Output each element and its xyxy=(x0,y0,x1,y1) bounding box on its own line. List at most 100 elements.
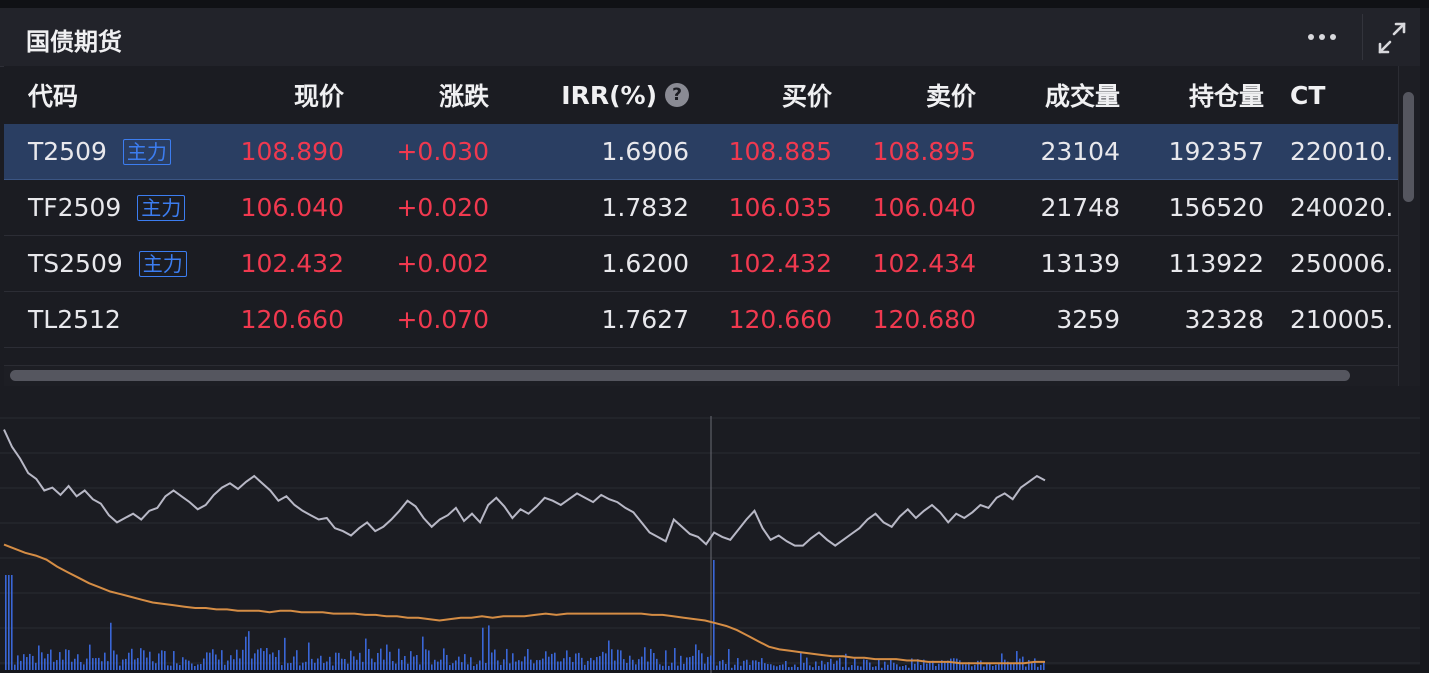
volume-bar xyxy=(311,658,313,670)
volume-bar xyxy=(755,660,757,670)
volume-bar xyxy=(299,665,301,670)
table-row[interactable]: TL2512 120.660 +0.070 1.7627 120.660 120… xyxy=(4,292,1398,348)
header-ask[interactable]: 卖价 xyxy=(819,66,976,124)
volume-bar xyxy=(839,658,841,670)
volume-bar xyxy=(593,660,595,670)
volume-bar xyxy=(329,656,331,670)
header-open-interest[interactable]: 持仓量 xyxy=(1104,66,1264,124)
volume-bar xyxy=(764,663,766,670)
volume-bar xyxy=(716,665,718,670)
volume-bar xyxy=(641,656,643,670)
volume-bar xyxy=(425,649,427,670)
volume-bar xyxy=(338,652,340,670)
volume-bar xyxy=(392,661,394,670)
expand-button[interactable] xyxy=(1372,20,1412,56)
volume-bar xyxy=(770,664,772,670)
volume-bar xyxy=(809,665,811,670)
volume-bar xyxy=(5,575,7,670)
volume-bar xyxy=(65,649,67,670)
volume-bar xyxy=(353,656,355,670)
volume-bar xyxy=(776,666,778,670)
volume-bar xyxy=(662,665,664,670)
volume-bar xyxy=(596,657,598,670)
header-volume[interactable]: 成交量 xyxy=(964,66,1120,124)
volume-bar xyxy=(293,656,295,670)
volume-bar xyxy=(269,654,271,670)
horizontal-scrollbar[interactable] xyxy=(4,365,1398,386)
volume-bar xyxy=(125,658,127,670)
volume-bar xyxy=(23,654,25,670)
volume-bar xyxy=(131,648,133,670)
volume-bar xyxy=(110,622,112,670)
volume-bar xyxy=(1040,664,1042,670)
horizontal-scrollbar-thumb[interactable] xyxy=(10,370,1350,381)
volume-bar xyxy=(836,660,838,670)
volume-bar xyxy=(182,657,184,670)
volume-cell: 13139 xyxy=(1040,249,1120,278)
volume-bar xyxy=(251,658,253,670)
volume-bar xyxy=(332,665,334,670)
table-row[interactable]: T2509 主力 108.890 +0.030 1.6906 108.885 1… xyxy=(4,124,1398,180)
volume-bar xyxy=(1016,651,1018,670)
volume-bar xyxy=(806,657,808,670)
header-bid[interactable]: 买价 xyxy=(674,66,832,124)
volume-bar xyxy=(35,662,37,670)
volume-bar xyxy=(572,661,574,670)
vertical-scrollbar[interactable] xyxy=(1398,66,1420,386)
more-options-button[interactable] xyxy=(1300,22,1344,52)
volume-bar xyxy=(455,660,457,670)
header-change[interactable]: 涨跌 xyxy=(334,66,489,124)
volume-bar xyxy=(1019,658,1021,670)
volume-bar xyxy=(38,645,40,670)
volume-bar xyxy=(554,652,556,670)
volume-bar xyxy=(551,653,553,670)
volume-bar xyxy=(86,658,88,670)
open-interest-cell: 32328 xyxy=(1184,305,1264,334)
volume-bar xyxy=(626,662,628,670)
volume-bar xyxy=(14,664,16,670)
futures-table: 代码 现价 涨跌 IRR(%) ? 买价 卖价 成交量 持仓量 CT T2509… xyxy=(4,66,1398,366)
volume-bar xyxy=(389,651,391,670)
volume-bar xyxy=(404,655,406,670)
volume-bar xyxy=(605,653,607,670)
volume-bar xyxy=(518,660,520,670)
volume-bar xyxy=(137,658,139,670)
volume-bar xyxy=(584,664,586,670)
volume-bar xyxy=(620,650,622,670)
volume-bar xyxy=(101,661,103,670)
volume-bar xyxy=(650,648,652,670)
header-irr[interactable]: IRR(%) ? xyxy=(484,66,689,124)
volume-bar xyxy=(971,666,973,670)
volume-bar xyxy=(479,660,481,670)
volume-bar xyxy=(476,664,478,670)
volume-bar xyxy=(206,652,208,670)
volume-bar xyxy=(857,665,859,670)
volume-bar xyxy=(599,656,601,670)
volume-bar xyxy=(485,662,487,670)
volume-bar xyxy=(428,650,430,670)
volume-bar xyxy=(893,662,895,670)
table-row[interactable]: TS2509 主力 102.432 +0.002 1.6200 102.432 … xyxy=(4,236,1398,292)
volume-bar xyxy=(935,665,937,670)
vertical-scrollbar-thumb[interactable] xyxy=(1403,92,1414,202)
volume-bar xyxy=(566,650,568,670)
volume-bar xyxy=(344,658,346,670)
volume-bar xyxy=(617,649,619,670)
volume-bar xyxy=(782,664,784,670)
volume-bar xyxy=(821,660,823,670)
price-cell: 106.040 xyxy=(240,193,344,222)
volume-bar xyxy=(308,642,310,670)
volume-bar xyxy=(671,662,673,670)
header-code[interactable]: 代码 xyxy=(28,66,78,124)
volume-bar xyxy=(458,656,460,670)
volume-bar xyxy=(179,665,181,670)
table-row[interactable]: TF2509 主力 106.040 +0.020 1.7832 106.035 … xyxy=(4,180,1398,236)
volume-bar xyxy=(80,661,82,670)
volume-bar xyxy=(692,655,694,670)
header-ctd[interactable]: CT xyxy=(1290,66,1325,124)
volume-bar xyxy=(272,652,274,670)
volume-bar xyxy=(215,654,217,670)
bid-cell: 120.660 xyxy=(728,305,832,334)
irr-cell: 1.7832 xyxy=(601,193,689,222)
header-price[interactable]: 现价 xyxy=(184,66,344,124)
